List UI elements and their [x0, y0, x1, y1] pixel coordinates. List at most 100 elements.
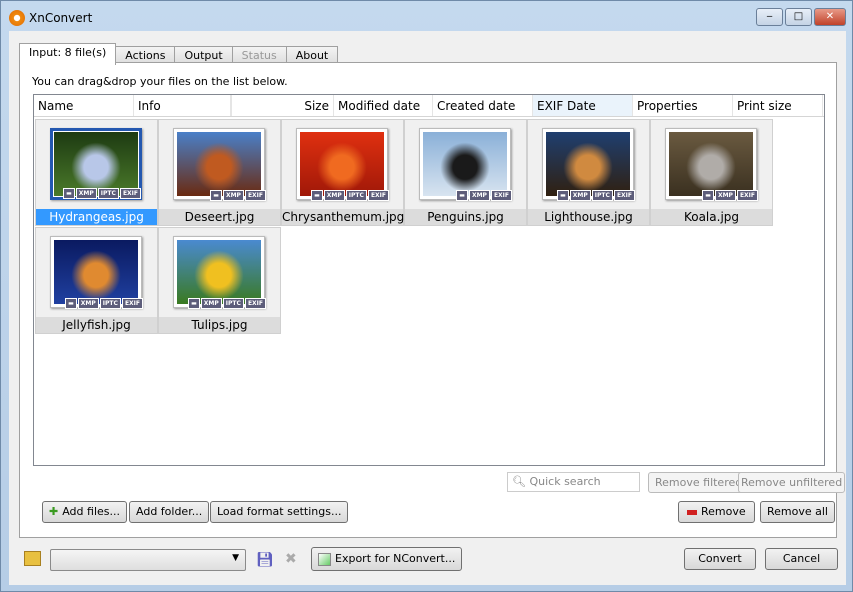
metadata-badge: XMP: [200, 298, 222, 309]
file-thumbnail-item[interactable]: ▬ XMP IPTC EXIF Tulips.jpg: [158, 227, 281, 334]
remove-all-button[interactable]: Remove all: [760, 501, 835, 523]
load-format-settings-button[interactable]: Load format settings...: [210, 501, 349, 523]
metadata-badge: XMP: [569, 190, 591, 201]
chevron-down-icon: ▼: [232, 553, 239, 563]
file-thumbnail-item[interactable]: ▬ XMP EXIF Deseert.jpg: [158, 119, 281, 226]
close-button[interactable]: ✕: [814, 8, 846, 26]
metadata-badge: EXIF: [490, 190, 512, 201]
column-size[interactable]: Size: [232, 95, 334, 116]
input-panel: You can drag&drop your files on the list…: [19, 62, 846, 538]
metadata-badge: XMP: [714, 190, 736, 201]
add-folder-button[interactable]: Add folder...: [129, 501, 210, 523]
file-name: Hydrangeas.jpg: [36, 209, 157, 225]
metadata-badge: ▬: [557, 190, 569, 201]
thumbnail-image: [669, 132, 753, 196]
column-created-date[interactable]: Created date: [433, 95, 533, 116]
metadata-badge: EXIF: [119, 188, 141, 199]
thumbnail-grid: ▬ XMP IPTC EXIF Hydrangeas.jpg ▬ XMP EXIF Deseer…: [35, 119, 775, 335]
column-name[interactable]: Name: [34, 95, 134, 116]
metadata-badge: ▬: [63, 188, 75, 199]
plus-icon: ✚: [49, 505, 59, 518]
add-files-button[interactable]: ✚ Add files...: [42, 501, 127, 523]
metadata-badge: EXIF: [121, 298, 143, 309]
metadata-badge: EXIF: [613, 190, 635, 201]
thumbnail-frame: ▬ XMP IPTC EXIF: [173, 236, 266, 309]
metadata-badge: IPTC: [97, 188, 119, 199]
remove-unfiltered-button[interactable]: Remove unfiltered: [738, 472, 846, 493]
metadata-badge: EXIF: [244, 298, 266, 309]
file-name: Koala.jpg: [651, 209, 772, 225]
thumbnail-image: [546, 132, 630, 196]
thumbnail-frame: ▬ XMP IPTC EXIF: [50, 236, 143, 309]
metadata-badge: IPTC: [345, 190, 367, 201]
search-placeholder: Quick search: [529, 475, 601, 488]
file-thumbnail-item[interactable]: ▬ XMP EXIF Koala.jpg: [650, 119, 773, 226]
remove-button[interactable]: Remove: [678, 501, 755, 523]
folder-icon[interactable]: [24, 551, 41, 566]
file-list[interactable]: Name Info Size Modified date Created dat…: [33, 94, 825, 466]
file-thumbnail-item[interactable]: ▬ XMP IPTC EXIF Chrysanthemum.jpg: [281, 119, 404, 226]
metadata-badge: ▬: [188, 298, 200, 309]
window-title: XnConvert: [29, 11, 93, 25]
list-header: Name Info Size Modified date Created dat…: [34, 95, 824, 117]
thumbnail-image: [54, 240, 138, 304]
remove-filtered-button[interactable]: Remove filtered: [648, 472, 750, 493]
thumbnail-frame: ▬ XMP EXIF: [173, 128, 266, 201]
file-thumbnail-item[interactable]: ▬ XMP IPTC EXIF Jellyfish.jpg: [35, 227, 158, 334]
metadata-badge: ▬: [702, 190, 714, 201]
metadata-badge: ▬: [65, 298, 77, 309]
file-thumbnail-item[interactable]: ▬ XMP IPTC EXIF Hydrangeas.jpg: [35, 119, 158, 226]
tab-input[interactable]: Input: 8 file(s): [19, 43, 117, 65]
app-logo-icon: [9, 10, 25, 26]
metadata-badge: XMP: [323, 190, 345, 201]
export-label: Export for NConvert...: [335, 552, 456, 565]
drag-drop-hint: You can drag&drop your files on the list…: [32, 75, 288, 88]
preset-dropdown[interactable]: ▼: [50, 549, 246, 571]
file-thumbnail-item[interactable]: ▬ XMP EXIF Penguins.jpg: [404, 119, 527, 226]
file-name: Lighthouse.jpg: [528, 209, 649, 225]
convert-button[interactable]: Convert: [684, 548, 756, 570]
metadata-badge: EXIF: [244, 190, 266, 201]
thumbnail-frame: ▬ XMP EXIF: [665, 128, 758, 201]
column-properties[interactable]: Properties: [633, 95, 733, 116]
app-window: XnConvert ‒ □ ✕ Input: 8 file(s) Actions…: [0, 0, 853, 592]
metadata-badge: EXIF: [367, 190, 389, 201]
metadata-badge: XMP: [77, 298, 99, 309]
maximize-button[interactable]: □: [785, 8, 812, 26]
metadata-badge: EXIF: [736, 190, 758, 201]
thumbnail-frame: ▬ XMP IPTC EXIF: [50, 128, 142, 200]
search-icon: 🔍︎: [512, 475, 526, 488]
thumbnail-image: [177, 240, 261, 304]
cancel-button[interactable]: Cancel: [765, 548, 838, 570]
metadata-badge: IPTC: [591, 190, 613, 201]
metadata-badge: XMP: [75, 188, 97, 199]
file-name: Tulips.jpg: [159, 317, 280, 333]
save-icon[interactable]: 💾︎: [256, 552, 274, 568]
column-print-size[interactable]: Print size: [733, 95, 823, 116]
export-nconvert-button[interactable]: Export for NConvert...: [311, 547, 463, 571]
metadata-badge: IPTC: [222, 298, 244, 309]
file-thumbnail-item[interactable]: ▬ XMP IPTC EXIF Lighthouse.jpg: [527, 119, 650, 226]
thumbnail-image: [54, 132, 138, 196]
metadata-badge: ▬: [311, 190, 323, 201]
metadata-badge: IPTC: [99, 298, 121, 309]
minus-icon: [687, 509, 697, 515]
column-info[interactable]: Info: [134, 95, 231, 116]
metadata-badge: XMP: [468, 190, 490, 201]
delete-icon[interactable]: ✖: [285, 551, 297, 567]
title-bar: XnConvert: [9, 10, 92, 26]
thumbnail-image: [423, 132, 507, 196]
quick-search-input[interactable]: 🔍︎ Quick search: [507, 472, 640, 492]
thumbnail-frame: ▬ XMP IPTC EXIF: [542, 128, 635, 201]
thumbnail-frame: ▬ XMP EXIF: [419, 128, 512, 201]
thumbnail-image: [177, 132, 261, 196]
column-exif-date[interactable]: EXIF Date: [533, 95, 633, 116]
metadata-badge: ▬: [456, 190, 468, 201]
column-modified-date[interactable]: Modified date: [334, 95, 433, 116]
minimize-button[interactable]: ‒: [756, 8, 783, 26]
client-area: Input: 8 file(s) Actions Output Status A…: [9, 31, 846, 585]
remove-label: Remove: [701, 505, 746, 518]
export-icon: [318, 552, 331, 566]
add-files-label: Add files...: [62, 505, 120, 518]
metadata-badge: ▬: [210, 190, 222, 201]
